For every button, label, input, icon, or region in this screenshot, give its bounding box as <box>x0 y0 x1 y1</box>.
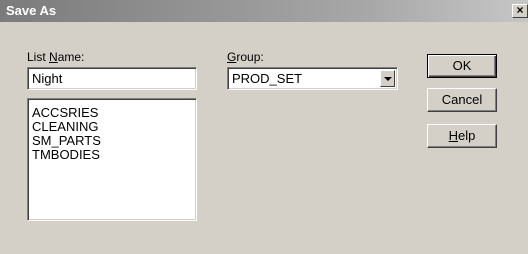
group-label-suffix: roup: <box>236 50 264 64</box>
help-button[interactable]: Help <box>427 124 497 148</box>
list-name-label: List Name: <box>27 50 84 64</box>
save-as-dialog: Save As × List Name: Night ACCSRIES CLEA… <box>0 0 528 254</box>
list-item[interactable]: ACCSRIES <box>32 106 196 120</box>
cancel-button[interactable]: Cancel <box>427 88 497 112</box>
group-select[interactable]: PROD_SET <box>227 67 398 90</box>
list-item[interactable]: TMBODIES <box>32 148 196 162</box>
help-mnemonic: H <box>448 128 459 143</box>
title-bar[interactable]: Save As × <box>0 0 528 22</box>
list-name-label-prefix: List <box>27 50 50 64</box>
list-item[interactable]: SM_PARTS <box>32 134 196 148</box>
close-button[interactable]: × <box>512 4 528 18</box>
dialog-title: Save As <box>6 3 57 18</box>
list-name-input[interactable]: Night <box>27 67 197 90</box>
group-selected-value: PROD_SET <box>232 71 303 86</box>
list-item[interactable]: CLEANING <box>32 120 196 134</box>
list-names-listbox[interactable]: ACCSRIES CLEANING SM_PARTS TMBODIES <box>27 98 197 221</box>
group-label-mnemonic: G <box>227 50 237 64</box>
chevron-down-icon[interactable] <box>380 70 395 87</box>
list-name-label-suffix: ame: <box>57 50 85 64</box>
help-label-suffix: elp <box>458 128 476 143</box>
list-name-label-mnemonic: N <box>49 50 58 64</box>
group-label: Group: <box>227 50 264 64</box>
close-icon: × <box>516 3 524 17</box>
ok-button[interactable]: OK <box>427 54 497 78</box>
